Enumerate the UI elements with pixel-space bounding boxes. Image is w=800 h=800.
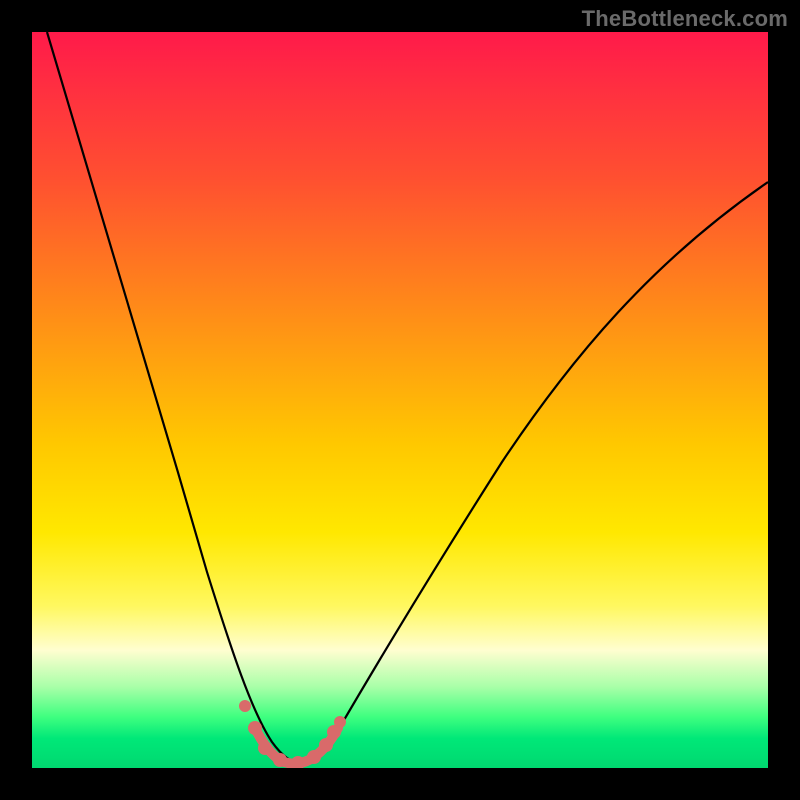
highlight-marker <box>273 753 287 767</box>
watermark-text: TheBottleneck.com <box>582 6 788 32</box>
chart-container: TheBottleneck.com <box>0 0 800 800</box>
highlight-marker <box>319 738 333 752</box>
bottleneck-curve-path <box>47 32 768 763</box>
highlight-marker <box>334 716 346 728</box>
highlight-marker <box>307 750 321 764</box>
plot-area <box>32 32 768 768</box>
chart-svg <box>32 32 768 768</box>
highlight-marker <box>248 721 262 735</box>
highlight-marker <box>239 700 251 712</box>
highlight-marker <box>258 741 272 755</box>
